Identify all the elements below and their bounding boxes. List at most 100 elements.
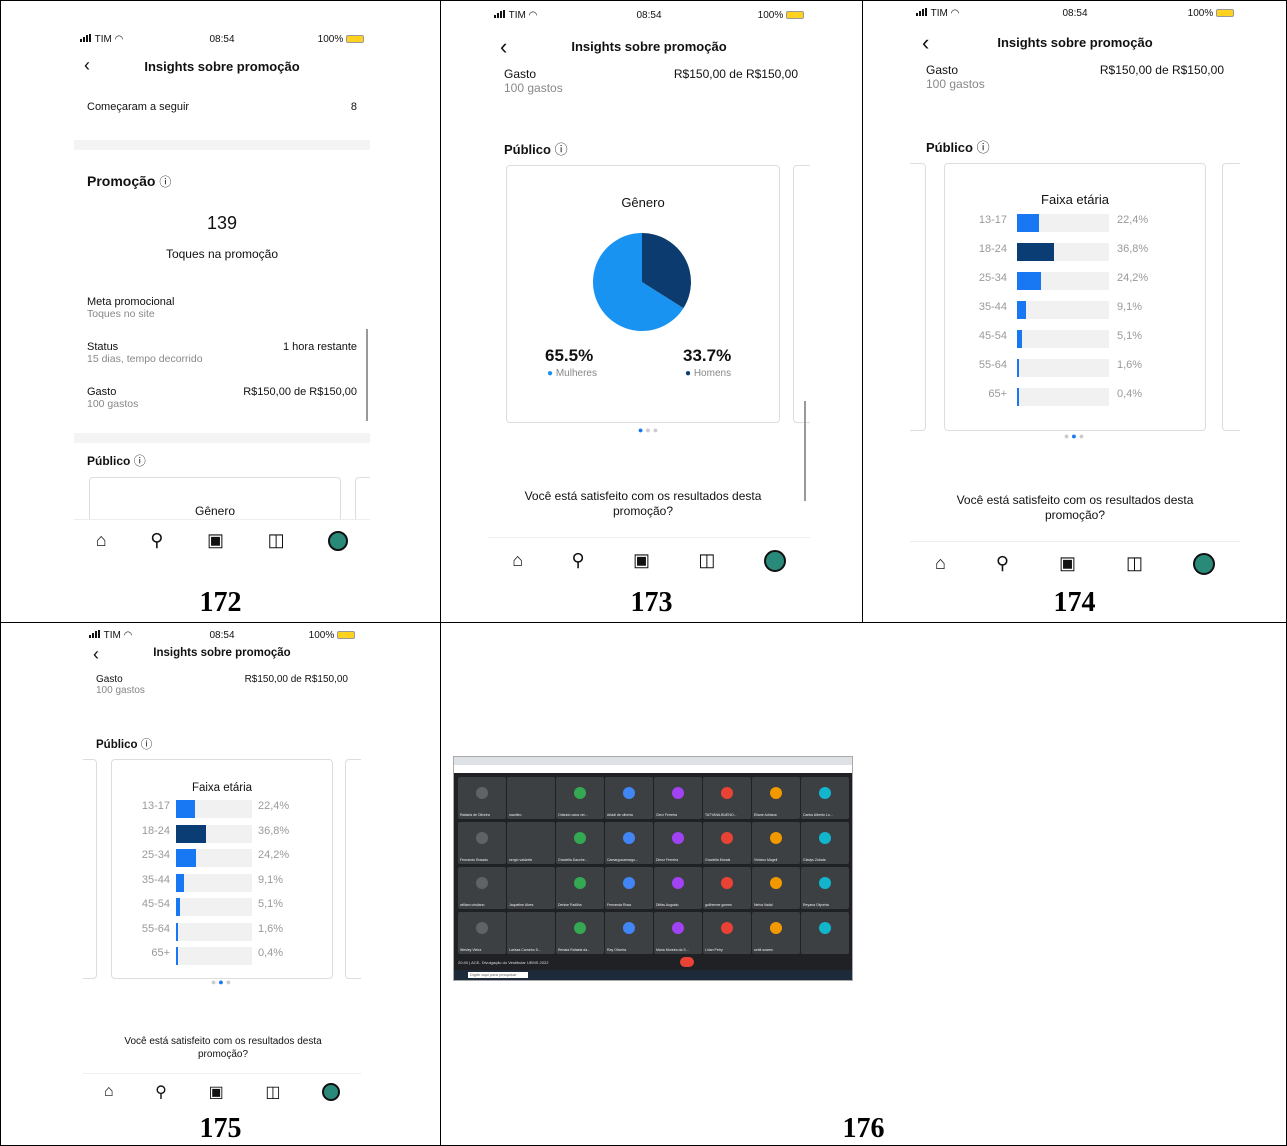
- back-icon[interactable]: ‹: [922, 30, 929, 56]
- participant-tile[interactable]: Fernanda Rosa: [605, 867, 653, 909]
- shop-icon[interactable]: ◫: [268, 530, 285, 551]
- info-icon[interactable]: ⓘ: [134, 454, 146, 468]
- home-icon[interactable]: ⌂: [935, 553, 946, 574]
- participant-tile[interactable]: Camargocamargo...: [605, 822, 653, 864]
- participant-tile[interactable]: Dinez Ferreira: [654, 822, 702, 864]
- shop-icon[interactable]: ◫: [1126, 553, 1143, 574]
- search-icon[interactable]: ⚲: [996, 553, 1009, 574]
- shop-icon[interactable]: ◫: [698, 550, 715, 571]
- avatar: [623, 832, 635, 844]
- age-row: 65+ 0,4%: [112, 947, 332, 965]
- info-icon[interactable]: ⓘ: [977, 140, 990, 155]
- search-icon[interactable]: ⚲: [155, 1082, 167, 1102]
- participant-tile[interactable]: guilherme gomes: [703, 867, 751, 909]
- end-call-button[interactable]: [680, 957, 694, 967]
- avatar: [574, 877, 586, 889]
- age-card[interactable]: Faixa etária 13-17 22,4% 18-24 36,8% 25-34 24…: [111, 759, 333, 979]
- participant-tile[interactable]: sergio valdzels: [507, 822, 555, 864]
- info-icon[interactable]: ⓘ: [555, 142, 568, 157]
- back-icon[interactable]: ‹: [93, 644, 99, 665]
- participant-tile[interactable]: Vinicius Mageli: [752, 822, 800, 864]
- windows-taskbar: Digite aqui para pesquisar: [454, 970, 852, 980]
- participant-tile[interactable]: naurileo: [507, 777, 555, 819]
- home-icon[interactable]: ⌂: [96, 530, 107, 551]
- age-label: 18-24: [978, 243, 1007, 255]
- info-icon[interactable]: ⓘ: [159, 175, 171, 189]
- browser-tabs: [454, 757, 852, 765]
- participant-tile[interactable]: william cristiano: [458, 867, 506, 909]
- participant-tile[interactable]: Arladi de oliveira: [605, 777, 653, 819]
- avatar: [819, 877, 831, 889]
- prev-card[interactable]: [910, 163, 926, 431]
- avatar: [819, 832, 831, 844]
- satisfaction-question: Você está satisfeito com os resultados d…: [956, 493, 1194, 522]
- participant-tile[interactable]: Gladys Zubala: [801, 822, 849, 864]
- age-bar-track: [176, 800, 252, 818]
- participant-tile[interactable]: Maria Moreira da S...: [654, 912, 702, 954]
- gender-card[interactable]: Gênero 65.5% ● Mulheres 33.7% ● Homens: [506, 165, 780, 423]
- profile-icon[interactable]: [763, 549, 786, 572]
- participant-tile[interactable]: Lirian Petry: [703, 912, 751, 954]
- next-card[interactable]: [345, 759, 361, 979]
- profile-icon[interactable]: [1192, 552, 1215, 575]
- home-icon[interactable]: ⌂: [104, 1083, 114, 1101]
- carousel-dots: ●●●: [210, 977, 234, 987]
- participant-name: Camargocamargo...: [607, 858, 638, 862]
- participant-tile[interactable]: Reyana Olyveira: [801, 867, 849, 909]
- next-card[interactable]: [793, 165, 810, 423]
- prev-card[interactable]: [83, 759, 97, 979]
- profile-icon[interactable]: [322, 1082, 341, 1101]
- follow-row: Começaram a seguir 8: [87, 101, 357, 113]
- satisfaction-question: Você está satisfeito com os resultados d…: [124, 1036, 322, 1060]
- women-legend: ● Mulheres: [547, 368, 597, 379]
- participant-tile[interactable]: Jaqueline Alves: [507, 867, 555, 909]
- age-row: 65+ 0,4%: [945, 388, 1205, 406]
- browser-address-bar[interactable]: [454, 765, 852, 773]
- participant-tile[interactable]: TATYANA BUENO...: [703, 777, 751, 819]
- reels-icon[interactable]: ▣: [1059, 553, 1076, 574]
- participant-tile[interactable]: Cleci Ferreira: [654, 777, 702, 819]
- participant-tile[interactable]: Carlos Alberto Lo...: [801, 777, 849, 819]
- participant-name: Denise Padilha: [558, 903, 582, 907]
- participant-tile[interactable]: Rafaela de Oliveira: [458, 777, 506, 819]
- spend-row: Gasto 100 gastos R$150,00 de R$150,00: [926, 63, 1224, 91]
- participant-tile[interactable]: Ray Oliveira: [605, 912, 653, 954]
- participant-tile[interactable]: Denise Padilha: [556, 867, 604, 909]
- participant-tile[interactable]: Renata Rafaela da...: [556, 912, 604, 954]
- reels-icon[interactable]: ▣: [209, 1082, 224, 1102]
- age-percentage: 9,1%: [1117, 301, 1143, 313]
- participant-name: william cristiano: [460, 903, 485, 907]
- search-icon[interactable]: ⚲: [571, 550, 584, 571]
- participant-tile[interactable]: Neiva Vadal: [752, 867, 800, 909]
- participant-tile[interactable]: Eliane Adriana: [752, 777, 800, 819]
- participant-tile[interactable]: Wesley Vieira: [458, 912, 506, 954]
- taskbar-search-input[interactable]: Digite aqui para pesquisar: [468, 972, 528, 978]
- participant-tile[interactable]: Graciella Dacche...: [556, 822, 604, 864]
- avatar: [721, 877, 733, 889]
- gender-title: Gênero: [194, 504, 236, 518]
- search-icon[interactable]: ⚲: [150, 530, 163, 551]
- home-icon[interactable]: ⌂: [512, 550, 523, 571]
- participant-tile[interactable]: [801, 912, 849, 954]
- shop-icon[interactable]: ◫: [265, 1082, 280, 1102]
- back-icon[interactable]: ‹: [500, 34, 507, 60]
- next-card[interactable]: [1222, 163, 1240, 431]
- participant-tile[interactable]: Larissa Carneiro S...: [507, 912, 555, 954]
- participant-tile[interactable]: Diffas Augusto: [654, 867, 702, 909]
- participant-tile[interactable]: sebit soares: [752, 912, 800, 954]
- participant-name: Fernando Rosado: [460, 858, 489, 862]
- reels-icon[interactable]: ▣: [207, 530, 224, 551]
- scrollbar[interactable]: [366, 329, 368, 421]
- scrollbar[interactable]: [804, 401, 806, 501]
- age-percentage: 36,8%: [1117, 243, 1149, 255]
- participant-tile[interactable]: Fernando Rosado: [458, 822, 506, 864]
- info-icon[interactable]: ⓘ: [141, 739, 153, 751]
- profile-icon[interactable]: [328, 530, 349, 551]
- reels-icon[interactable]: ▣: [633, 550, 650, 571]
- public-title: Público ⓘ: [87, 454, 146, 468]
- back-icon[interactable]: ‹: [84, 55, 90, 76]
- age-card[interactable]: Faixa etária 13-17 22,4% 18-24 36,8% 25-34 24…: [944, 163, 1206, 431]
- participant-tile[interactable]: Graciella Morais: [703, 822, 751, 864]
- participant-tile[interactable]: Orlando vana ver...: [556, 777, 604, 819]
- avatar: [623, 922, 635, 934]
